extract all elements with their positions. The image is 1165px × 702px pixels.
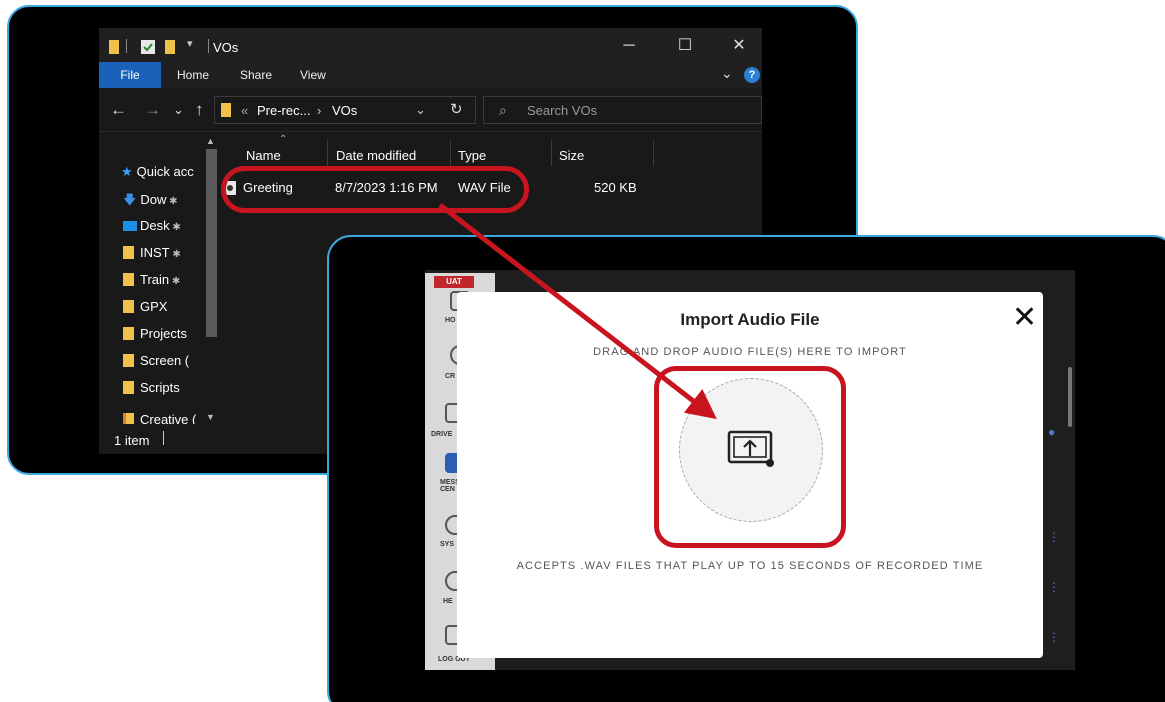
folder-icon: [221, 103, 231, 117]
nav-label: HO: [445, 317, 456, 324]
pin-icon: ✱: [169, 222, 181, 233]
kebab-menu-icon[interactable]: ⋮: [1048, 530, 1060, 544]
breadcrumb-overflow[interactable]: «: [241, 103, 248, 118]
sidebar-item-label: Projects: [140, 326, 187, 341]
sidebar-item-label: Scripts: [140, 380, 180, 395]
scroll-down-icon[interactable]: ▼: [206, 412, 215, 422]
file-size: 520 KB: [594, 180, 637, 195]
folder-icon: [123, 273, 134, 286]
back-arrow-icon[interactable]: ←: [110, 100, 127, 120]
file-highlight-outline: [221, 166, 529, 213]
sidebar-item-label: Desk: [140, 218, 170, 233]
app-content-edge: ● ⋮ ⋮ ⋮: [1043, 285, 1075, 665]
sort-ascending-icon: ⌃: [279, 134, 288, 145]
sidebar-item-label: Dow: [140, 192, 167, 207]
drop-instruction: DRAG AND DROP AUDIO FILE(S) HERE TO IMPO…: [593, 346, 907, 358]
sidebar-item-projects[interactable]: Projects: [123, 326, 203, 346]
nav-label: HE: [443, 598, 453, 605]
nav-label: SYS: [440, 541, 455, 548]
column-name[interactable]: Name: [246, 148, 281, 163]
explorer-title-bar: ▾ VOs ─ ☐ ✕: [99, 28, 762, 62]
refresh-icon[interactable]: ↻: [450, 100, 463, 118]
column-divider[interactable]: [653, 140, 654, 166]
forward-arrow-icon[interactable]: →: [144, 100, 161, 120]
env-badge: UAT: [434, 276, 474, 288]
sidebar-item-train[interactable]: Train ✱: [123, 272, 203, 292]
ribbon-tabs: File Home Share View ⌄ ?: [99, 62, 762, 88]
tab-view[interactable]: View: [300, 68, 326, 82]
nav-label: CR: [445, 373, 456, 380]
breadcrumb-pre-recorded[interactable]: Pre-rec...: [257, 103, 310, 118]
column-type[interactable]: Type: [458, 148, 486, 163]
pin-icon: ✱: [166, 196, 178, 207]
pin-icon: ✱: [169, 249, 181, 260]
recent-locations-icon[interactable]: ⌄: [173, 102, 184, 118]
divider: [163, 431, 164, 445]
address-bar[interactable]: « Pre-rec... › VOs ⌄ ↻: [214, 96, 476, 124]
folder-icon: [123, 300, 134, 313]
divider: [126, 39, 127, 53]
sidebar-item-label: Quick acc: [136, 164, 194, 179]
download-icon: 🡇: [123, 192, 137, 207]
column-divider[interactable]: [551, 140, 552, 166]
scrollbar-thumb[interactable]: [206, 149, 217, 337]
column-date-modified[interactable]: Date modified: [336, 148, 416, 163]
star-icon: ★: [121, 164, 133, 179]
accepted-files-note: ACCEPTS .WAV FILES THAT PLAY UP TO 15 SE…: [516, 560, 984, 572]
app-scrollbar-thumb[interactable]: [1068, 367, 1072, 427]
properties-check-icon[interactable]: [141, 40, 155, 54]
navigation-bar: ← → ⌄ ↑ « Pre-rec... › VOs ⌄ ↻ ⌕ Search …: [99, 88, 762, 132]
help-button[interactable]: ?: [744, 67, 760, 83]
window-title: VOs: [213, 40, 239, 55]
new-folder-icon[interactable]: [165, 40, 175, 54]
pin-icon: ✱: [169, 276, 181, 287]
folder-icon: [123, 381, 134, 394]
sidebar-item-label: GPX: [140, 299, 168, 314]
kebab-menu-icon[interactable]: ●: [1048, 425, 1055, 439]
desktop-icon: [123, 221, 137, 231]
folder-icon: [123, 354, 134, 367]
kebab-menu-icon[interactable]: ⋮: [1048, 630, 1060, 644]
folder-icon: [123, 246, 134, 259]
up-arrow-icon[interactable]: ↑: [195, 100, 204, 120]
sidebar-item-label: INST: [140, 245, 170, 260]
sidebar-item-downloads[interactable]: 🡇 Dow ✱: [123, 191, 203, 211]
nav-label: DRIVE: [431, 431, 453, 438]
minimize-button[interactable]: ─: [619, 36, 639, 56]
search-placeholder: Search VOs: [527, 103, 598, 118]
sidebar-item-scripts[interactable]: Scripts: [123, 380, 203, 400]
dialog-title: Import Audio File: [680, 310, 820, 329]
sidebar-item-inst[interactable]: INST ✱: [123, 245, 203, 265]
breadcrumb-vos[interactable]: VOs: [332, 103, 357, 118]
tab-home[interactable]: Home: [177, 68, 209, 82]
drop-zone-highlight-outline: [654, 366, 846, 548]
tab-file[interactable]: File: [99, 62, 161, 88]
breadcrumb-separator: ›: [317, 103, 322, 118]
expand-ribbon-icon[interactable]: ⌄: [721, 65, 733, 82]
kebab-menu-icon[interactable]: ⋮: [1048, 580, 1060, 594]
address-dropdown-icon[interactable]: ⌄: [415, 102, 426, 118]
sidebar-item-screen[interactable]: Screen (: [123, 353, 203, 373]
sidebar-item-desktop[interactable]: Desk ✱: [123, 218, 203, 238]
close-window-button[interactable]: ✕: [729, 36, 749, 56]
navigation-pane: ★ Quick acc 🡇 Dow ✱ Desk ✱ INST ✱ Train ✱ …: [99, 134, 219, 427]
sidebar-item-gpx[interactable]: GPX: [123, 299, 203, 319]
search-box[interactable]: ⌕ Search VOs: [483, 96, 762, 124]
maximize-button[interactable]: ☐: [675, 36, 695, 56]
folder-icon: [109, 40, 119, 54]
divider: [208, 39, 209, 53]
sidebar-item-label: Screen (: [140, 353, 190, 368]
sidebar-item-label: Train: [140, 272, 170, 287]
column-divider[interactable]: [450, 140, 451, 166]
column-size[interactable]: Size: [559, 148, 584, 163]
search-icon: ⌕: [499, 102, 507, 118]
sidebar-scrollbar[interactable]: ▲ ▼: [203, 134, 220, 424]
item-count: 1 item: [114, 433, 150, 448]
sidebar-item-quick-access[interactable]: ★ Quick acc: [121, 164, 201, 184]
folder-icon: [123, 327, 134, 340]
scroll-up-icon[interactable]: ▲: [206, 136, 215, 146]
quick-access-dropdown-icon[interactable]: ▾: [187, 37, 193, 50]
column-divider[interactable]: [327, 140, 328, 166]
tab-share[interactable]: Share: [240, 68, 272, 82]
